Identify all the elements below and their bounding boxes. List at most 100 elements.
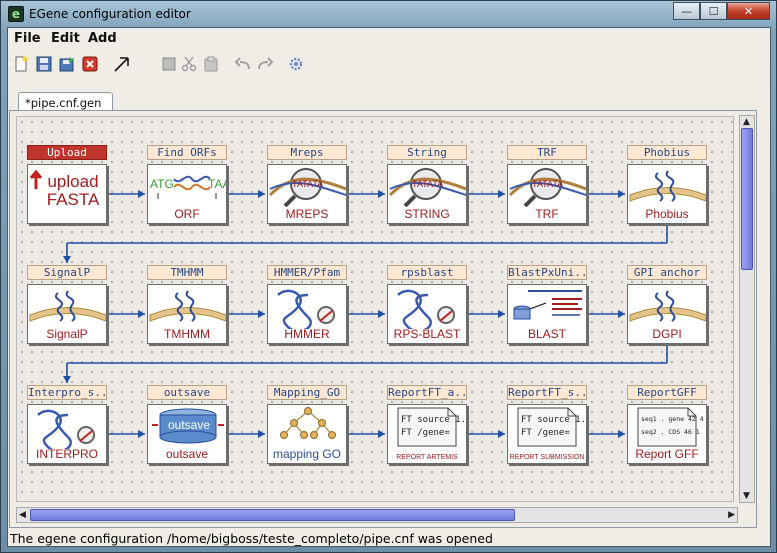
node-box[interactable]: ATG TAA ORF (147, 164, 227, 224)
close-file-icon[interactable] (81, 55, 99, 73)
pointer-arrow-icon[interactable] (113, 55, 131, 73)
node-box[interactable]: mapping GO (267, 404, 347, 464)
scroll-right-arrow[interactable]: ▶ (728, 510, 735, 520)
node-box[interactable]: upload FASTA (27, 164, 107, 224)
new-file-icon[interactable] (12, 55, 30, 73)
node-box[interactable]: TATATA MREPS (267, 164, 347, 224)
protein-magnifier-icon (37, 409, 95, 449)
node-label[interactable]: GPI anchor (627, 265, 707, 280)
node-caption: TRF (535, 207, 559, 221)
node-label[interactable]: Mapping_GO (267, 385, 347, 400)
edge-arrow (618, 310, 625, 318)
node-box[interactable]: SignalP (27, 284, 107, 344)
pipeline-node[interactable]: outsave outsave outsave (147, 385, 227, 465)
client-area: File Edit Add *pipe.cnf.gen Upload upload… (7, 27, 771, 547)
pipeline-node[interactable]: Mreps TATATA MREPS (267, 145, 347, 225)
node-label[interactable]: rpsblast (387, 265, 467, 280)
edge-arrow (618, 430, 625, 438)
pipeline-node[interactable]: GPI anchor DGPI (627, 265, 707, 345)
node-label[interactable]: Interpro_s... (27, 385, 107, 400)
close-button[interactable]: ✕ (727, 2, 770, 20)
node-label[interactable]: Find ORFs (147, 145, 227, 160)
node-box[interactable]: FT source 1.. FT /gene= REPORT SUBMISSION (507, 404, 587, 464)
pipeline-node[interactable]: ReportFT_a... FT source 1.. FT /gene= REPOR… (387, 385, 467, 465)
pipeline-node[interactable]: HMMER/Pfam HMMER (267, 265, 347, 345)
edge-arrow (618, 190, 625, 198)
protein-magnifier-icon (397, 289, 455, 329)
scroll-down-arrow[interactable]: ▼ (743, 491, 750, 501)
cut-icon[interactable] (180, 55, 198, 73)
pipeline-node[interactable]: ReportFT_s... FT source 1.. FT /gene= REPOR… (507, 385, 587, 465)
node-box[interactable]: TATATA TRF (507, 164, 587, 224)
node-box[interactable]: Phobius (627, 164, 707, 224)
node-box[interactable]: outsave outsave (147, 404, 227, 464)
node-label[interactable]: outsave (147, 385, 227, 400)
pipeline-node[interactable]: ReportGFF seq1 . gene 42 4 seq2 . CDS 46 1… (627, 385, 707, 465)
node-label[interactable]: ReportFT_s... (507, 385, 587, 400)
pipeline-node[interactable]: Mapping_GOmapping GO (267, 385, 347, 465)
edge-arrow (258, 190, 265, 198)
vertical-scroll-thumb[interactable] (741, 128, 753, 270)
node-label[interactable]: ReportGFF (627, 385, 707, 400)
horizontal-scroll-thumb[interactable] (30, 509, 515, 521)
scroll-left-arrow[interactable]: ◀ (19, 510, 26, 520)
paste-icon[interactable] (202, 55, 220, 73)
node-caption: REPORT ARTEMIS (396, 454, 458, 461)
scroll-up-arrow[interactable]: ▲ (743, 117, 750, 127)
node-label[interactable]: Upload (27, 145, 107, 160)
pipeline-canvas[interactable]: Upload upload FASTA Find ORFs ATG TAA ORF Mrep… (16, 116, 734, 502)
settings-gear-icon[interactable] (287, 55, 305, 73)
redo-icon[interactable] (256, 55, 274, 73)
node-label[interactable]: String (387, 145, 467, 160)
node-label[interactable]: Mreps (267, 145, 347, 160)
node-box[interactable]: HMMER (267, 284, 347, 344)
pipeline-node[interactable]: TMHMM TMHMM (147, 265, 227, 345)
pipeline-node[interactable]: rpsblast RPS-BLAST (387, 265, 467, 345)
pipeline-node[interactable]: Upload upload FASTA (27, 145, 107, 225)
pipeline-node[interactable]: SignalP SignalP (27, 265, 107, 345)
node-label[interactable]: HMMER/Pfam (267, 265, 347, 280)
node-label[interactable]: ReportFT_a... (387, 385, 467, 400)
node-label[interactable]: TRF (507, 145, 587, 160)
menu-add[interactable]: Add (88, 31, 117, 46)
menu-file[interactable]: File (14, 31, 41, 46)
node-label[interactable]: TMHMM (147, 265, 227, 280)
edge-arrow (498, 430, 505, 438)
pipeline-node[interactable]: Interpro_s... INTERPRO (27, 385, 107, 465)
pipeline-node[interactable]: Find ORFs ATG TAA ORF (147, 145, 227, 225)
delete-icon[interactable] (160, 55, 178, 73)
pipeline-node[interactable]: TRF TATATA TRF (507, 145, 587, 225)
pipeline-node[interactable]: BlastPxUni... BLAST (507, 265, 587, 345)
minimize-button[interactable]: — (673, 2, 700, 20)
pipeline-node[interactable]: String TATATA STRING (387, 145, 467, 225)
node-box[interactable]: TATATA STRING (387, 164, 467, 224)
node-label[interactable]: Phobius (627, 145, 707, 160)
vertical-scrollbar[interactable]: ▲ ▼ (739, 115, 755, 503)
blast-icon (513, 290, 582, 320)
membrane-protein-icon (629, 290, 706, 322)
menu-bar: File Edit Add (8, 28, 770, 50)
menu-edit[interactable]: Edit (51, 31, 80, 46)
save-as-icon[interactable] (58, 55, 76, 73)
save-icon[interactable] (35, 55, 53, 73)
node-box[interactable]: seq1 . gene 42 4 seq2 . CDS 46 1 Report GF… (627, 404, 707, 464)
title-bar[interactable]: e EGene configuration editor — ☐ ✕ (1, 1, 776, 27)
node-label[interactable]: SignalP (27, 265, 107, 280)
node-box[interactable]: BLAST (507, 284, 587, 344)
node-box[interactable]: FT source 1.. FT /gene= REPORT ARTEMIS (387, 404, 467, 464)
undo-icon[interactable] (234, 55, 252, 73)
node-box[interactable]: RPS-BLAST (387, 284, 467, 344)
node-box[interactable]: TMHMM (147, 284, 227, 344)
node-box[interactable]: DGPI (627, 284, 707, 344)
report-doc-line: FT /gene= (401, 428, 450, 438)
horizontal-scrollbar[interactable]: ◀ ▶ (16, 507, 738, 523)
membrane-protein-icon (29, 290, 106, 322)
node-label[interactable]: BlastPxUni... (507, 265, 587, 280)
maximize-button[interactable]: ☐ (700, 2, 727, 20)
tab-pipe-cnf-gen[interactable]: *pipe.cnf.gen (18, 92, 113, 112)
app-icon: e (8, 6, 24, 22)
magnifier-dna-icon: TATATA (268, 168, 346, 208)
node-box[interactable]: INTERPRO (27, 404, 107, 464)
pipeline-node[interactable]: Phobius Phobius (627, 145, 707, 225)
edge-arrow (138, 310, 145, 318)
